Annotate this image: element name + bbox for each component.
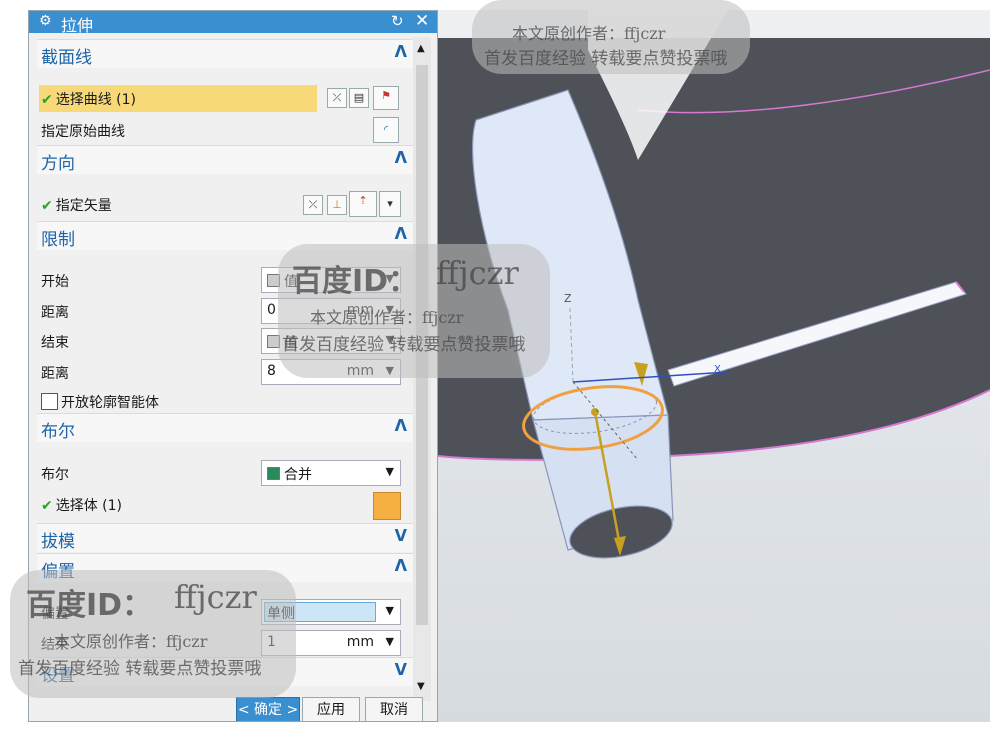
start-label: 开始	[41, 274, 69, 290]
chevron-down-icon[interactable]: ᐯ	[395, 526, 407, 545]
scroll-down-arrow[interactable]: ▼	[417, 681, 425, 692]
sketch-icon[interactable]: ▤	[349, 88, 369, 108]
chevron-up-icon[interactable]: ᐱ	[395, 224, 407, 243]
limits-title: 限制	[41, 230, 75, 250]
x-axis-label: X	[714, 364, 721, 375]
chevron-up-icon[interactable]: ᐱ	[395, 416, 407, 435]
check-icon: ✔	[41, 198, 53, 214]
check-icon: ✔	[41, 498, 53, 514]
z-axis-label: Z	[564, 292, 572, 305]
vector-dropdown-arrow[interactable]: ▾	[379, 191, 401, 217]
chevron-up-icon[interactable]: ᐱ	[395, 148, 407, 167]
vector-axis-icon[interactable]: ⊥	[327, 195, 347, 215]
open-profile-checkbox[interactable]	[41, 393, 58, 410]
dialog-title: 拉伸	[61, 16, 94, 35]
solid-body-icon[interactable]	[373, 492, 401, 520]
select-body-label: ✔ 选择体 (1)	[41, 498, 123, 514]
draft-header[interactable]: 拔模 ᐯ	[37, 523, 413, 552]
check-icon: ✔	[41, 92, 53, 108]
original-curve-icon[interactable]: ◜	[373, 117, 399, 143]
gear-icon[interactable]: ⚙	[39, 13, 52, 29]
vector-constructor-icon[interactable]: ⇡	[349, 191, 377, 217]
close-icon[interactable]: ✕	[415, 11, 429, 31]
boolean-title: 布尔	[41, 422, 75, 442]
dialog-title-bar: ⚙ 拉伸 ↻ ✕	[29, 11, 437, 35]
chevron-down-icon[interactable]: ᐯ	[395, 660, 407, 679]
apply-button[interactable]: 应用	[302, 697, 360, 721]
dropdown-arrow-icon: ▼	[385, 635, 394, 648]
distance-label-start: 距离	[41, 305, 69, 321]
open-profile-label: 开放轮廓智能体	[61, 395, 159, 411]
unite-icon	[267, 467, 280, 480]
sketch-section-icon[interactable]: ⚑	[373, 86, 399, 110]
cancel-button[interactable]: 取消	[365, 697, 423, 721]
dropdown-arrow-icon: ▼	[385, 604, 394, 617]
specify-vector-label: ✔ 指定矢量	[41, 198, 112, 214]
draft-title: 拔模	[41, 532, 75, 552]
direction-header[interactable]: 方向 ᐱ	[37, 145, 413, 174]
boolean-dropdown[interactable]: 合并 ▼	[261, 460, 401, 486]
select-curve-label: ✔ 选择曲线 (1)	[41, 92, 137, 108]
reset-icon[interactable]: ↻	[391, 12, 404, 30]
ok-button[interactable]: < 确定 >	[236, 697, 300, 721]
dropdown-arrow-icon: ▼	[385, 465, 394, 478]
direction-title: 方向	[41, 154, 75, 174]
chevron-up-icon[interactable]: ᐱ	[395, 42, 407, 61]
section-curve-header[interactable]: 截面线 ᐱ	[37, 39, 413, 68]
specify-original-curve-label: 指定原始曲线	[41, 124, 125, 140]
boolean-header[interactable]: 布尔 ᐱ	[37, 413, 413, 442]
chevron-up-icon[interactable]: ᐱ	[395, 556, 407, 575]
reverse-direction-icon[interactable]: ⤫	[303, 195, 323, 215]
section-curve-title: 截面线	[41, 48, 92, 68]
scroll-up-arrow[interactable]: ▲	[417, 43, 425, 54]
boolean-label: 布尔	[41, 467, 69, 483]
distance-label-end: 距离	[41, 366, 69, 382]
end-label: 结束	[41, 335, 69, 351]
curve-rule-icon[interactable]: ⤫	[327, 88, 347, 108]
